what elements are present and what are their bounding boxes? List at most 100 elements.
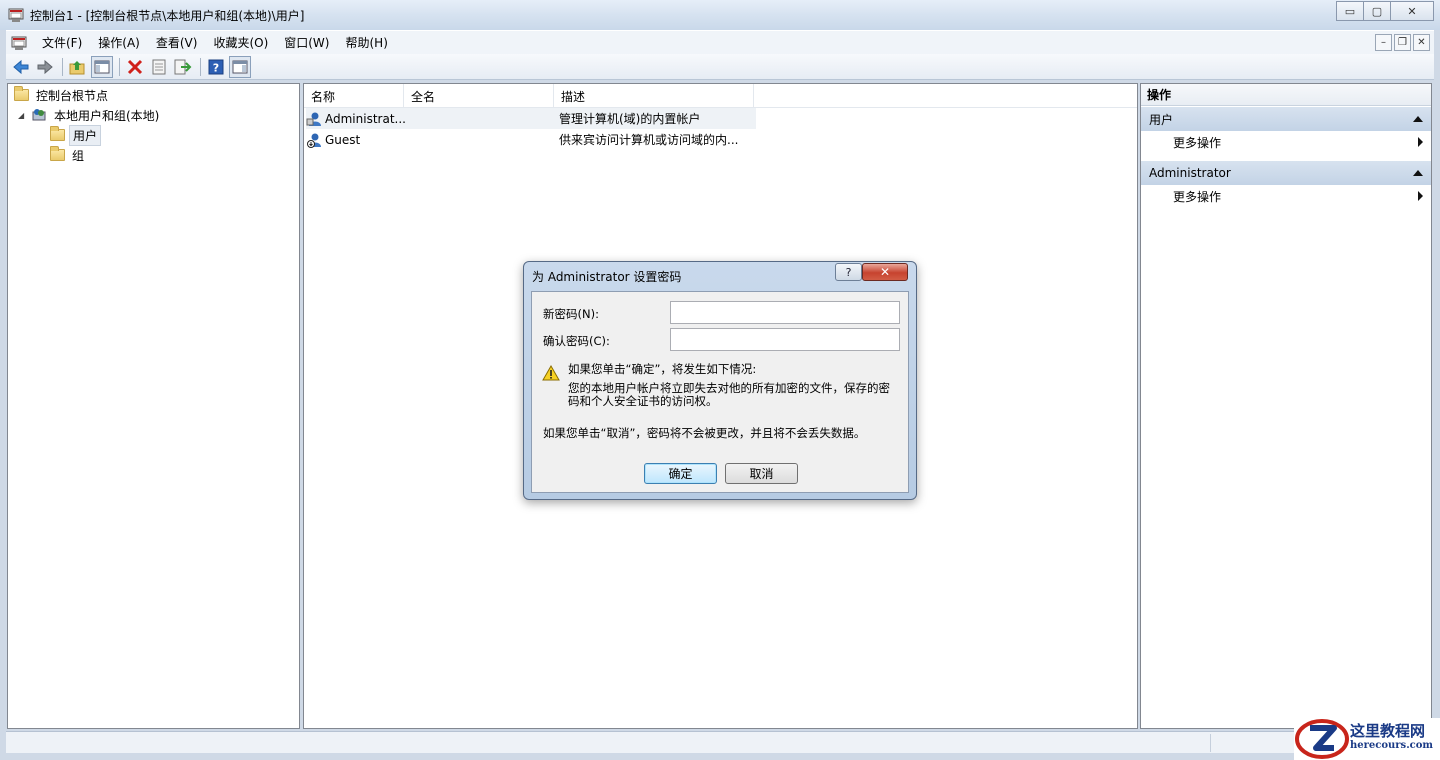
warning-heading: 如果您单击“确定”，将发生如下情况:	[568, 362, 757, 376]
help-button[interactable]: ?	[205, 56, 227, 78]
forward-arrow-icon	[37, 59, 53, 74]
action-item-label: 更多操作	[1173, 189, 1222, 204]
show-hide-action-pane-button[interactable]	[229, 55, 251, 78]
mdi-close-button[interactable]: ✕	[1413, 34, 1430, 51]
menu-window[interactable]: 窗口(W)	[276, 34, 337, 51]
properties-icon	[152, 59, 166, 74]
delete-icon	[127, 59, 143, 74]
tree-node-groups[interactable]: 组	[50, 145, 87, 165]
collapse-caret-icon[interactable]	[1413, 116, 1423, 122]
action-group-administrator[interactable]: Administrator	[1141, 161, 1431, 185]
list-cell-description: 管理计算机(域)的内置帐户	[559, 112, 701, 126]
up-folder-icon	[69, 60, 85, 74]
users-and-groups-icon	[32, 109, 46, 121]
maximize-button[interactable]: ▢	[1363, 1, 1391, 21]
confirm-password-field[interactable]	[670, 328, 900, 351]
tree-node-label: 本地用户和组(本地)	[54, 108, 160, 123]
status-bar	[6, 731, 1434, 753]
warning-icon	[542, 365, 560, 381]
disabled-user-icon	[307, 133, 321, 148]
toolbar-separator	[119, 57, 120, 76]
up-one-level-button[interactable]	[67, 56, 89, 78]
window-title: 控制台1 - [控制台根节点\本地用户和组(本地)\用户]	[30, 9, 305, 23]
list-cell-name: Administrat...	[325, 111, 406, 126]
submenu-arrow-icon	[1418, 191, 1423, 201]
tree-node-label: 组	[72, 148, 85, 163]
watermark-url: herecours.com	[1350, 740, 1434, 751]
column-header-fullname[interactable]: 全名	[404, 84, 554, 108]
dialog-body: 新密码(N): 确认密码(C): 如果您单击“确定”，将发生如下情况: 您的本地…	[531, 291, 909, 493]
show-hide-tree-button[interactable]	[91, 55, 113, 78]
user-icon	[306, 112, 321, 126]
watermark-logo	[1295, 719, 1349, 759]
list-row-guest[interactable]: Guest 供来宾访问计算机或访问域的内...	[306, 129, 756, 150]
menu-favorites[interactable]: 收藏夹(O)	[205, 34, 276, 51]
mdi-restore-button[interactable]: ❐	[1394, 34, 1411, 51]
console-menu-icon[interactable]	[10, 34, 28, 52]
watermark: 这里教程网 herecours.com	[1294, 718, 1440, 760]
properties-button[interactable]	[148, 56, 170, 78]
warning-detail: 您的本地用户帐户将立即失去对他的所有加密的文件，保存的密码和个人安全证书的访问权…	[568, 381, 890, 408]
new-password-field[interactable]	[670, 301, 900, 324]
folder-icon	[14, 86, 29, 101]
tree-node-label: 用户	[69, 124, 102, 146]
window-title-bar: 控制台1 - [控制台根节点\本地用户和组(本地)\用户] ▭ ▢ ✕	[0, 0, 1440, 30]
minimize-button[interactable]: ▭	[1336, 1, 1364, 21]
collapse-caret-icon[interactable]	[1413, 170, 1423, 176]
action-group-title: Administrator	[1149, 166, 1231, 180]
cancel-note: 如果您单击“取消”，密码将不会被更改，并且将不会丢失数据。	[543, 426, 866, 440]
tree-node-local-users-groups[interactable]: ◢ 本地用户和组(本地)	[18, 105, 162, 125]
close-button[interactable]: ✕	[1390, 1, 1434, 21]
menu-file[interactable]: 文件(F)	[34, 34, 90, 51]
list-cell-name: Guest	[325, 132, 361, 147]
confirm-password-label: 确认密码(C):	[543, 334, 610, 348]
menu-action[interactable]: 操作(A)	[90, 34, 148, 51]
action-pane-header: 操作	[1141, 84, 1431, 106]
toolbar-separator	[200, 57, 201, 76]
list-cell-description: 供来宾访问计算机或访问域的内...	[559, 133, 739, 147]
action-group-title: 用户	[1149, 112, 1174, 127]
new-password-label: 新密码(N):	[543, 307, 599, 321]
folder-icon	[50, 146, 65, 161]
console-tree-pane: 控制台根节点 ◢ 本地用户和组(本地) 用户 组	[7, 83, 300, 729]
forward-button[interactable]	[34, 56, 56, 78]
svg-text:?: ?	[213, 61, 219, 74]
submenu-arrow-icon	[1418, 137, 1423, 147]
ok-button[interactable]: 确定	[644, 463, 717, 484]
menu-bar: 文件(F) 操作(A) 查看(V) 收藏夹(O) 窗口(W) 帮助(H) – ❐…	[6, 30, 1434, 54]
delete-button[interactable]	[124, 56, 146, 78]
back-button[interactable]	[10, 56, 32, 78]
action-more-actions[interactable]: 更多操作	[1173, 186, 1431, 206]
set-password-dialog: 为 Administrator 设置密码 ? ✕ 新密码(N): 确认密码(C)…	[523, 261, 917, 500]
action-group-users[interactable]: 用户	[1141, 107, 1431, 131]
menu-help[interactable]: 帮助(H)	[337, 34, 395, 51]
export-list-button[interactable]	[172, 56, 194, 78]
folder-icon	[50, 126, 65, 141]
toolbar: ?	[6, 54, 1434, 80]
action-pane: 操作 用户 更多操作 Administrator 更多操作	[1140, 83, 1432, 729]
show-hide-tree-icon	[94, 60, 110, 73]
export-list-icon	[174, 59, 192, 74]
cancel-button[interactable]: 取消	[725, 463, 798, 484]
menu-view[interactable]: 查看(V)	[148, 34, 206, 51]
show-hide-action-pane-icon	[232, 60, 248, 73]
column-header-description[interactable]: 描述	[554, 84, 754, 108]
list-row-administrator[interactable]: Administrat... 管理计算机(域)的内置帐户	[306, 108, 756, 129]
tree-node-label: 控制台根节点	[36, 88, 109, 103]
toolbar-separator	[62, 57, 63, 76]
mmc-console-icon	[8, 8, 24, 22]
column-header-name[interactable]: 名称	[304, 84, 404, 108]
tree-node-users[interactable]: 用户	[50, 124, 102, 146]
mdi-minimize-button[interactable]: –	[1375, 34, 1392, 51]
tree-node-console-root[interactable]: 控制台根节点	[14, 85, 111, 105]
back-arrow-icon	[13, 59, 29, 74]
dialog-title: 为 Administrator 设置密码	[532, 270, 682, 284]
dialog-help-button[interactable]: ?	[835, 263, 862, 281]
status-bar-divider	[1210, 734, 1211, 752]
action-item-label: 更多操作	[1173, 135, 1222, 150]
list-column-headers: 名称 全名 描述	[304, 84, 1137, 108]
action-more-actions[interactable]: 更多操作	[1173, 132, 1431, 152]
watermark-text: 这里教程网	[1350, 722, 1426, 740]
collapse-arrow-icon[interactable]: ◢	[18, 111, 28, 120]
dialog-close-button[interactable]: ✕	[862, 263, 908, 281]
